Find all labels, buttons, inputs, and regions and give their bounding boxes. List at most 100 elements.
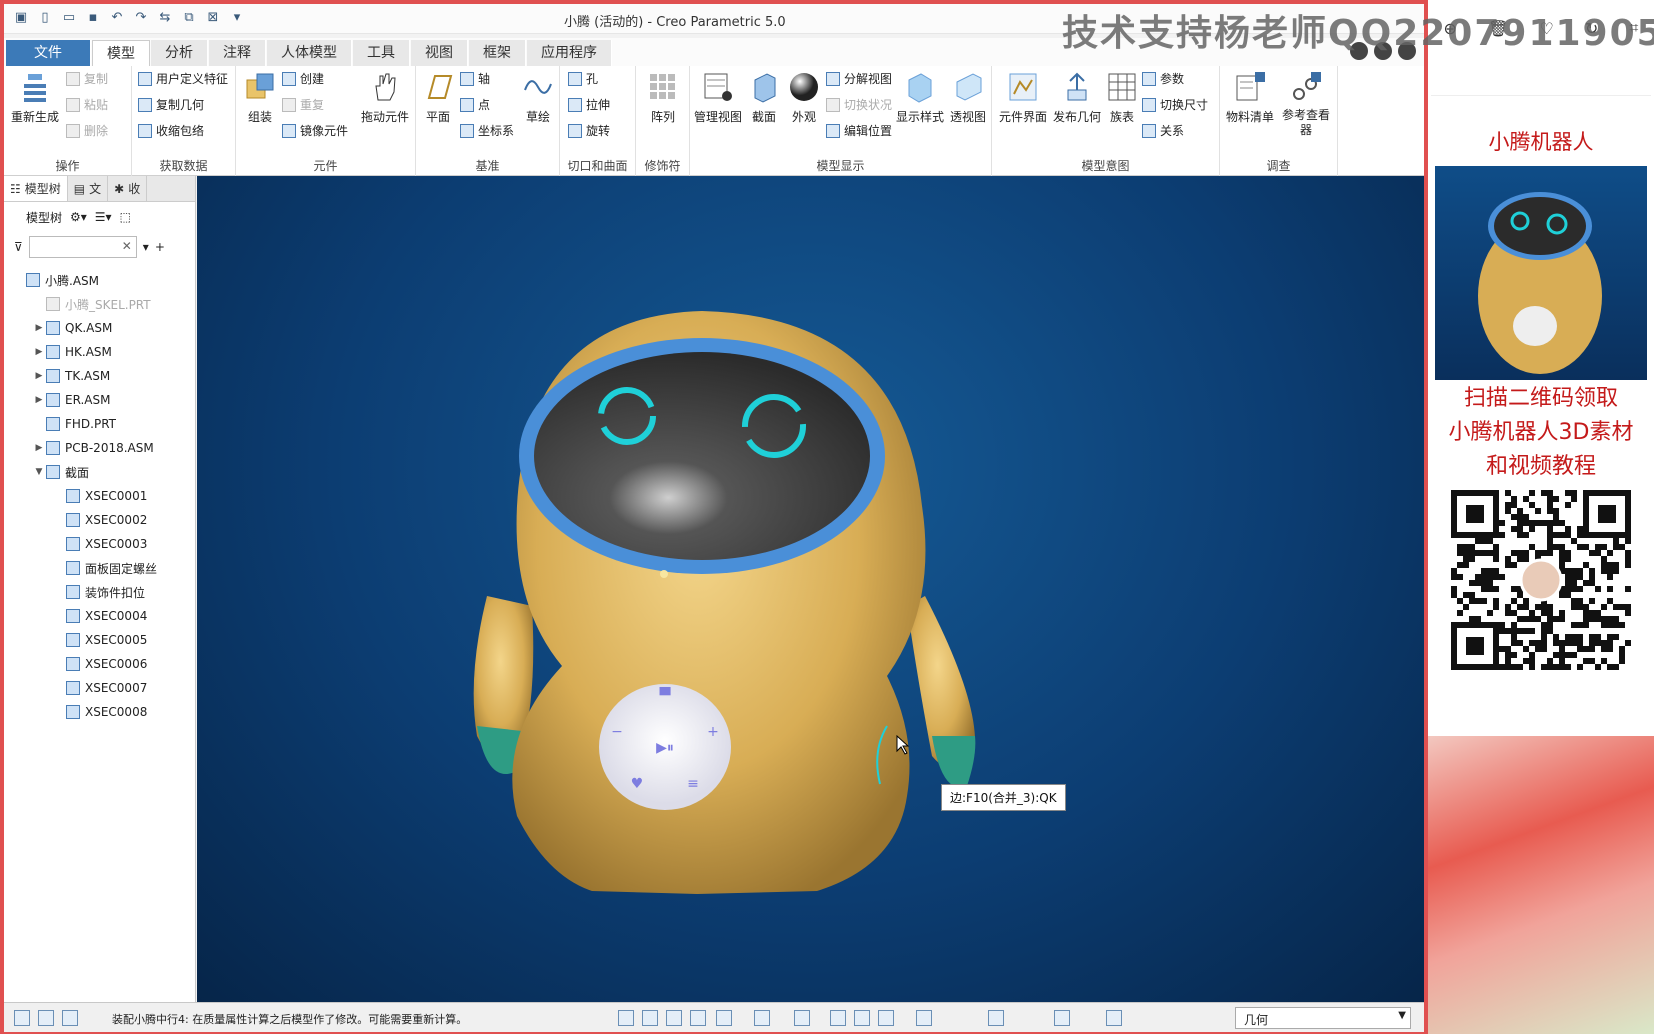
model-tree-label[interactable]: 模型树 (26, 209, 62, 226)
tree-node[interactable]: XSEC0003 (4, 532, 195, 556)
mirror-component-button[interactable]: 镜像元件 (282, 122, 348, 139)
perspective-view-icon[interactable] (830, 1010, 846, 1026)
expand-toggle-icon[interactable]: ▶ (32, 395, 46, 405)
settings-tools-icon[interactable]: ⚙▾ (70, 210, 87, 224)
tree-node[interactable]: 装饰件扣位 (4, 580, 195, 604)
full-screen-icon[interactable] (62, 1010, 78, 1026)
regenerate-button[interactable]: 重新生成 (8, 70, 62, 125)
qr-code[interactable] (1451, 490, 1631, 670)
delete-button[interactable]: 删除 (66, 122, 108, 139)
explode-view-button[interactable]: 分解视图 (826, 70, 892, 87)
copy-button[interactable]: 复制 (66, 70, 108, 87)
tab-model[interactable]: 模型 (92, 40, 150, 66)
group-label[interactable]: 基准 (416, 157, 559, 174)
tree-node[interactable]: XSEC0004 (4, 604, 195, 628)
display-style-icon[interactable] (716, 1010, 732, 1026)
undo-icon[interactable]: ↶ (108, 9, 126, 27)
reference-viewer-button[interactable]: 参考查看器 (1278, 70, 1334, 138)
tree-node[interactable]: FHD.PRT (4, 412, 195, 436)
zoom-in-icon[interactable] (642, 1010, 658, 1026)
filter-funnel-icon[interactable]: ⊽ (14, 240, 23, 254)
redo-icon[interactable]: ↷ (132, 9, 150, 27)
switch-dimensions-button[interactable]: 切换尺寸 (1142, 96, 1208, 113)
graphics-viewport[interactable]: ▀ ▶⏸ − + ♥ ≡ (197, 176, 1424, 1002)
tree-node[interactable]: XSEC0005 (4, 628, 195, 652)
pattern-button[interactable]: 阵列 (644, 70, 682, 125)
perspective-button[interactable]: 透视图 (946, 70, 990, 125)
group-label[interactable]: 操作 (4, 157, 131, 174)
tab-framework[interactable]: 框架 (469, 40, 526, 66)
expand-toggle-icon[interactable]: ▼ (32, 467, 46, 477)
selection-filter-icon[interactable] (1106, 1010, 1122, 1026)
tab-view[interactable]: 视图 (411, 40, 468, 66)
tab-tools[interactable]: 工具 (353, 40, 410, 66)
component-interface-button[interactable]: 元件界面 (996, 70, 1050, 125)
plane-button[interactable]: 平面 (420, 70, 456, 125)
open-folder-icon[interactable]: ▭ (60, 9, 78, 27)
tab-annotate[interactable]: 注释 (209, 40, 266, 66)
paste-button[interactable]: 粘贴 (66, 96, 108, 113)
annotation-display-icon[interactable] (916, 1010, 932, 1026)
tree-node[interactable]: XSEC0006 (4, 652, 195, 676)
tree-node[interactable]: 面板固定螺丝 (4, 556, 195, 580)
display-style-button[interactable]: 显示样式 (896, 70, 944, 125)
sketch-button[interactable]: 草绘 (520, 70, 556, 125)
robot-model[interactable]: ▀ ▶⏸ − + ♥ ≡ (197, 176, 1424, 1002)
tab-analysis[interactable]: 分析 (151, 40, 208, 66)
tab-file[interactable]: 文件 (6, 40, 91, 66)
dropdown-icon[interactable]: ▾ (143, 240, 149, 254)
manage-views-button[interactable]: 管理视图 (694, 70, 742, 125)
extrude-button[interactable]: 拉伸 (568, 96, 610, 113)
drag-components-button[interactable]: 拖动元件 (358, 70, 412, 125)
add-icon[interactable]: + (155, 240, 165, 254)
tree-node[interactable]: ▶ HK.ASM (4, 340, 195, 364)
regenerate-icon[interactable]: ⇆ (156, 9, 174, 27)
create-button[interactable]: 创建 (282, 70, 324, 87)
family-table-button[interactable]: 族表 (1104, 70, 1140, 125)
browser-icon[interactable] (38, 1010, 54, 1026)
axis-button[interactable]: 轴 (460, 70, 490, 87)
show-menu-icon[interactable]: ☰▾ (95, 210, 112, 224)
spin-center-icon[interactable] (988, 1010, 1004, 1026)
tree-node[interactable]: ▶ TK.ASM (4, 364, 195, 388)
group-label[interactable]: 获取数据 (132, 157, 235, 174)
shrinkwrap-button[interactable]: 收缩包络 (138, 122, 204, 139)
customize-dropdown-icon[interactable]: ▾ (228, 9, 246, 27)
assemble-button[interactable]: 组装 (240, 70, 280, 125)
publish-geometry-button[interactable]: 发布几何 (1052, 70, 1102, 125)
new-file-icon[interactable]: ▯ (36, 9, 54, 27)
view-manager-icon[interactable] (794, 1010, 810, 1026)
clear-icon[interactable]: ✕ (122, 239, 132, 253)
datum-display-icon[interactable] (878, 1010, 894, 1026)
tree-node[interactable]: XSEC0002 (4, 508, 195, 532)
group-label[interactable]: 模型意图 (992, 157, 1219, 174)
tree-node[interactable]: ▶ QK.ASM (4, 316, 195, 340)
repeat-button[interactable]: 重复 (282, 96, 324, 113)
csys-button[interactable]: 坐标系 (460, 122, 514, 139)
tree-node[interactable]: 小腾.ASM (4, 268, 195, 292)
selection-filter-dropdown[interactable]: 几何 ▼ (1235, 1007, 1411, 1029)
repaint-icon[interactable] (690, 1010, 706, 1026)
tree-node[interactable]: XSEC0001 (4, 484, 195, 508)
tree-node[interactable]: ▶ PCB-2018.ASM (4, 436, 195, 460)
tree-node[interactable]: XSEC0007 (4, 676, 195, 700)
tab-favorites[interactable]: ✱ 收 (108, 176, 148, 201)
refit-icon[interactable] (618, 1010, 634, 1026)
group-label[interactable]: 元件 (236, 157, 415, 174)
windows-icon[interactable]: ⧉ (180, 9, 198, 27)
relations-button[interactable]: 关系 (1142, 122, 1184, 139)
toggle-navigator-icon[interactable] (14, 1010, 30, 1026)
revolve-button[interactable]: 旋转 (568, 122, 610, 139)
edit-position-button[interactable]: 编辑位置 (826, 122, 892, 139)
tab-folder-browser[interactable]: ▤ 文 (68, 176, 109, 201)
expand-toggle-icon[interactable]: ▶ (32, 347, 46, 357)
tree-node[interactable]: 小腾_SKEL.PRT (4, 292, 195, 316)
section-view-icon[interactable] (854, 1010, 870, 1026)
tree-node[interactable]: ▼ 截面 (4, 460, 195, 484)
find-binoculars-icon[interactable] (1054, 1010, 1070, 1026)
udf-button[interactable]: 用户定义特征 (138, 70, 228, 87)
appearance-button[interactable]: 外观 (786, 70, 822, 125)
expand-toggle-icon[interactable]: ▶ (32, 323, 46, 333)
tab-applications[interactable]: 应用程序 (527, 40, 612, 66)
tab-manikin[interactable]: 人体模型 (267, 40, 352, 66)
